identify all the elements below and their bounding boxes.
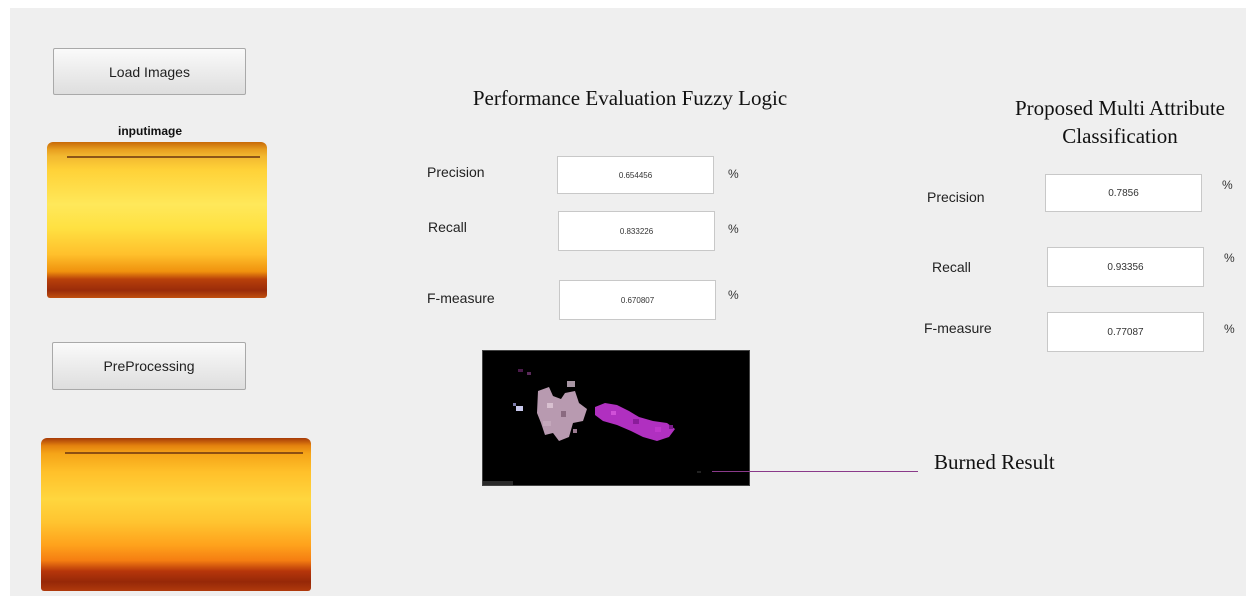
proposed-recall-field[interactable]: 0.93356 [1047, 247, 1204, 287]
proposed-recall-unit: % [1224, 251, 1235, 265]
fuzzy-precision-label: Precision [427, 164, 485, 180]
fuzzy-section-title: Performance Evaluation Fuzzy Logic [472, 86, 788, 110]
proposed-section-title: Proposed Multi Attribute Classification [970, 94, 1246, 150]
burned-regions [483, 351, 749, 485]
preprocessing-button[interactable]: PreProcessing [52, 342, 246, 390]
burned-result-label: Burned Result [934, 450, 1055, 474]
fuzzy-fmeasure-label: F-measure [427, 290, 495, 306]
fuzzy-recall-label: Recall [428, 219, 467, 235]
fuzzy-recall-unit: % [728, 222, 739, 236]
fuzzy-precision-field[interactable]: 0.654456 [557, 156, 714, 194]
preprocessed-image [41, 438, 311, 591]
proposed-title-line1: Proposed Multi Attribute [1015, 96, 1225, 120]
fuzzy-fmeasure-unit: % [728, 288, 739, 302]
proposed-fmeasure-field[interactable]: 0.77087 [1047, 312, 1204, 352]
fuzzy-recall-field[interactable]: 0.833226 [558, 211, 715, 251]
main-panel: Load Images inputimage PreProcessing Per… [10, 8, 1246, 596]
proposed-title-line2: Classification [1062, 124, 1178, 148]
proposed-recall-label: Recall [932, 259, 971, 275]
proposed-fmeasure-label: F-measure [924, 320, 992, 336]
input-image [47, 142, 267, 298]
proposed-precision-label: Precision [927, 189, 985, 205]
fuzzy-precision-unit: % [728, 167, 739, 181]
fuzzy-fmeasure-field[interactable]: 0.670807 [559, 280, 716, 320]
load-images-button[interactable]: Load Images [53, 48, 246, 95]
proposed-precision-field[interactable]: 0.7856 [1045, 174, 1202, 212]
burned-result-image [482, 350, 750, 486]
proposed-precision-unit: % [1222, 178, 1233, 192]
result-callout-line [712, 471, 918, 472]
input-image-title: inputimage [118, 124, 183, 138]
proposed-fmeasure-unit: % [1224, 322, 1235, 336]
